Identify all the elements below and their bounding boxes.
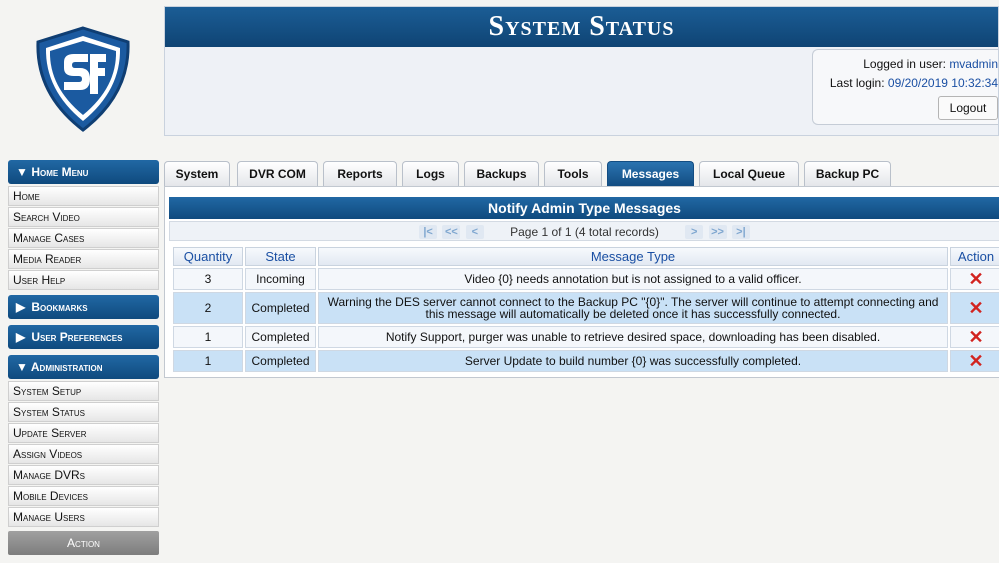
next-page-icon[interactable]: > [685,224,704,239]
page-title: System Status [165,7,998,47]
cell-state: Completed [245,292,316,324]
cell-state: Completed [245,350,316,372]
pager-text: Page 1 of 1 (4 total records) [510,224,659,239]
cell-state: Incoming [245,268,316,290]
cell-message: Notify Support, purger was unable to ret… [318,326,948,348]
sidebar-item-manage-dvrs[interactable]: Manage DVRs [8,465,159,485]
tab-messages[interactable]: Messages [607,161,694,186]
delete-x-icon[interactable]: ✕ [968,327,983,347]
messages-panel: Notify Admin Type Messages |< << < Page … [164,186,999,378]
cell-message: Warning the DES server cannot connect to… [318,292,948,324]
tab-logs[interactable]: Logs [402,161,459,186]
sidebar-header-label: Home Menu [31,165,89,179]
table-row: 1 Completed Server Update to build numbe… [173,350,999,372]
login-info-panel: Logged in user: mvadmin Last login: 09/2… [812,49,998,125]
sidebar-item-media-reader[interactable]: Media Reader [8,249,159,269]
table-row: 1 Completed Notify Support, purger was u… [173,326,999,348]
last-login-row: Last login: 09/20/2019 10:32:34 [821,76,998,95]
last-login-value: 09/20/2019 10:32:34 [887,76,998,90]
tab-reports[interactable]: Reports [323,161,397,186]
tab-system[interactable]: System [164,161,230,186]
logged-in-user-label: Logged in user: [863,57,946,71]
cell-quantity: 3 [173,268,243,290]
sidebar-action-header: Action [8,531,159,555]
delete-x-icon[interactable]: ✕ [968,269,983,289]
tab-local-queue[interactable]: Local Queue [699,161,799,186]
column-header-message-type[interactable]: Message Type [318,247,948,266]
prev-ten-icon[interactable]: << [442,224,461,239]
sidebar-item-system-setup[interactable]: System Setup [8,381,159,401]
sidebar-item-assign-videos[interactable]: Assign Videos [8,444,159,464]
tab-dvr-com[interactable]: DVR COM [237,161,318,186]
cell-quantity: 1 [173,326,243,348]
sidebar-header-home-menu[interactable]: ▼ Home Menu [8,160,159,184]
tab-tools[interactable]: Tools [544,161,602,186]
sidebar-header-bookmarks[interactable]: ▶ Bookmarks [8,295,159,319]
first-page-icon[interactable]: |< [419,224,438,239]
sidebar-header-label: Administration [30,360,103,374]
sidebar-header-administration[interactable]: ▼ Administration [8,355,159,379]
triangle-down-icon: ▼ [16,360,28,374]
tab-backups[interactable]: Backups [464,161,539,186]
page-header: System Status Logged in user: mvadmin La… [164,6,999,136]
sidebar-item-user-help[interactable]: User Help [8,270,159,290]
pager: |< << < Page 1 of 1 (4 total records) > … [169,221,999,241]
table-row: 3 Incoming Video {0} needs annotation bu… [173,268,999,290]
cell-quantity: 2 [173,292,243,324]
sidebar-header-label: User Preferences [31,330,123,344]
column-header-state[interactable]: State [245,247,316,266]
next-ten-icon[interactable]: >> [708,224,727,239]
triangle-right-icon: ▶ [16,330,26,344]
delete-cell: ✕ [950,268,999,290]
logged-in-user-row: Logged in user: mvadmin [821,57,998,76]
cell-quantity: 1 [173,350,243,372]
sidebar-item-update-server[interactable]: Update Server [8,423,159,443]
sf-shield-logo [30,24,136,134]
delete-cell: ✕ [950,350,999,372]
sidebar-item-manage-users[interactable]: Manage Users [8,507,159,527]
column-header-quantity[interactable]: Quantity [173,247,243,266]
triangle-down-icon: ▼ [16,165,28,179]
sidebar: ▼ Home Menu Home Search Video Manage Cas… [8,160,159,555]
tab-backup-pc[interactable]: Backup PC [804,161,891,186]
last-page-icon[interactable]: >| [731,224,750,239]
sidebar-item-mobile-devices[interactable]: Mobile Devices [8,486,159,506]
delete-x-icon[interactable]: ✕ [968,298,983,318]
sidebar-item-home[interactable]: Home [8,186,159,206]
column-header-action: Action [950,247,999,266]
triangle-right-icon: ▶ [16,300,26,314]
messages-table: Quantity State Message Type Action 3 Inc… [171,245,999,374]
last-login-label: Last login: [829,76,885,90]
sidebar-header-label: Bookmarks [31,300,88,314]
cell-message: Server Update to build number {0} was su… [318,350,948,372]
table-header-row: Quantity State Message Type Action [173,247,999,266]
sidebar-item-system-status[interactable]: System Status [8,402,159,422]
prev-page-icon[interactable]: < [465,224,484,239]
table-row: 2 Completed Warning the DES server canno… [173,292,999,324]
cell-state: Completed [245,326,316,348]
sidebar-item-manage-cases[interactable]: Manage Cases [8,228,159,248]
panel-title: Notify Admin Type Messages [169,197,999,219]
logout-button[interactable]: Logout [938,96,998,120]
cell-message: Video {0} needs annotation but is not as… [318,268,948,290]
sidebar-header-user-preferences[interactable]: ▶ User Preferences [8,325,159,349]
delete-cell: ✕ [950,326,999,348]
delete-cell: ✕ [950,292,999,324]
sidebar-item-search-video[interactable]: Search Video [8,207,159,227]
logged-in-user-value: mvadmin [949,57,998,71]
delete-x-icon[interactable]: ✕ [968,351,983,371]
